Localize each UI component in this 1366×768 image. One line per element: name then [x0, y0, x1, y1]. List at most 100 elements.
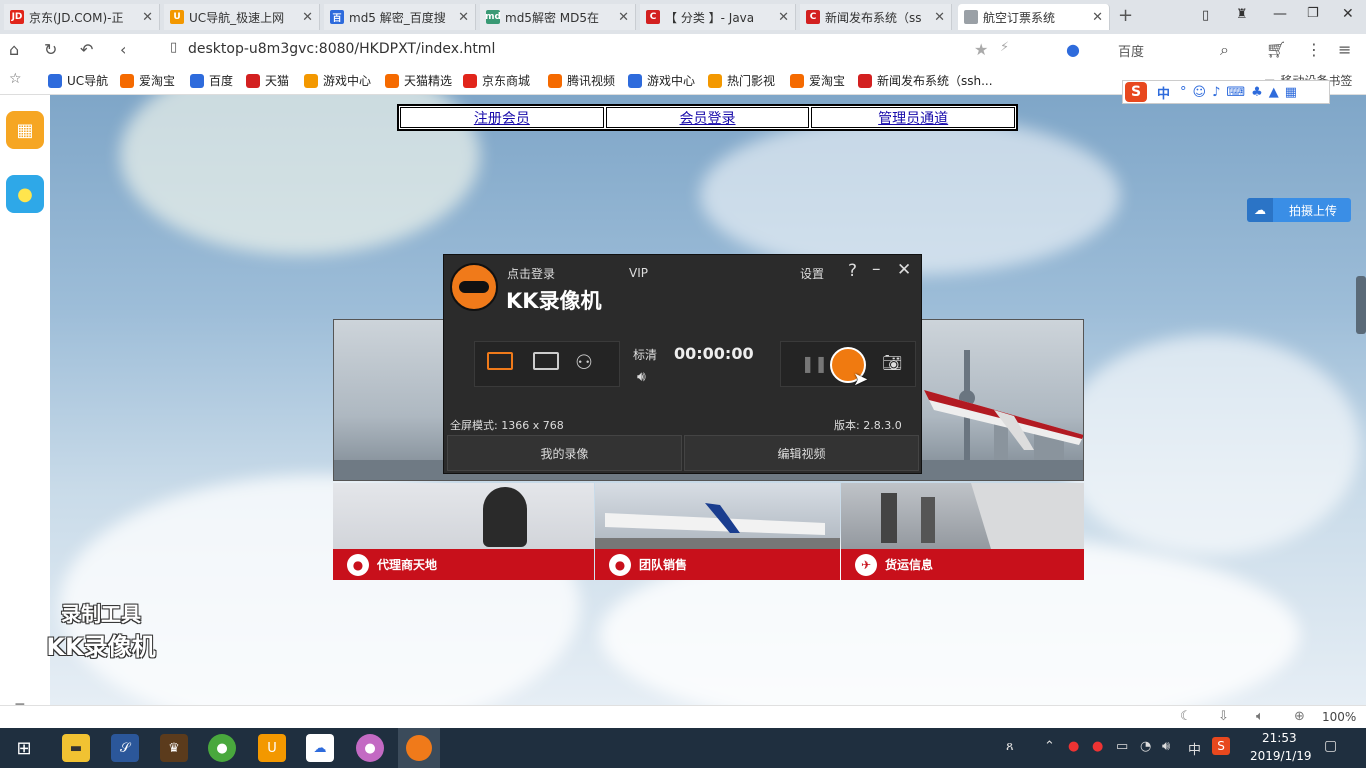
- refresh-icon[interactable]: ↻: [44, 40, 57, 59]
- tab-flight-booking[interactable]: 航空订票系统 ✕: [958, 4, 1110, 30]
- bookmark-item[interactable]: 热门影视: [708, 72, 775, 89]
- camera-icon[interactable]: 📷︎: [882, 353, 902, 372]
- bookmark-item[interactable]: 爱淘宝: [790, 72, 845, 89]
- window-close-button[interactable]: ✕: [1342, 6, 1354, 22]
- close-icon[interactable]: ✕: [778, 10, 789, 25]
- people-icon[interactable]: ጸ: [1006, 739, 1014, 754]
- sogou-tray-icon[interactable]: S: [1212, 737, 1230, 755]
- ime-tool-icons[interactable]: °☺♪⌨♣▲▦: [1180, 85, 1303, 100]
- notification-icon[interactable]: ▢: [1324, 738, 1337, 754]
- sidebar-toggle-icon[interactable]: ▯: [1202, 8, 1209, 23]
- side-handle[interactable]: [1356, 276, 1366, 334]
- pause-icon[interactable]: ❚❚: [801, 354, 828, 373]
- tab-uc[interactable]: U UC导航_极速上网 ✕: [164, 4, 320, 30]
- game-app-icon[interactable]: ♛: [160, 734, 188, 762]
- settings-button[interactable]: 设置: [800, 265, 824, 282]
- more-icon[interactable]: ⋮: [1306, 40, 1322, 59]
- zoom-level[interactable]: 100%: [1322, 710, 1356, 724]
- tray-app-icon[interactable]: ●: [1068, 739, 1079, 754]
- close-icon[interactable]: ✕: [1092, 10, 1103, 25]
- mute-icon[interactable]: 🔈︎: [1256, 709, 1264, 724]
- back-icon[interactable]: ‹: [120, 40, 126, 59]
- tab-jd[interactable]: JD 京东(JD.COM)-正 ✕: [4, 4, 160, 30]
- search-engine-label[interactable]: 百度: [1118, 41, 1144, 60]
- edit-video-button[interactable]: 编辑视频: [684, 435, 919, 471]
- bookmark-item[interactable]: 天猫: [246, 72, 289, 89]
- minimize-button[interactable]: —: [1273, 6, 1287, 22]
- cart-icon[interactable]: 🛒︎: [1266, 40, 1286, 59]
- uc-browser-icon[interactable]: U: [258, 734, 286, 762]
- my-videos-button[interactable]: 我的录像: [447, 435, 682, 471]
- close-icon[interactable]: ✕: [934, 10, 945, 25]
- file-explorer-icon[interactable]: ▬: [62, 734, 90, 762]
- game-mode-icon[interactable]: ⚇: [575, 350, 593, 374]
- vip-link[interactable]: VIP: [629, 266, 648, 280]
- bookmark-item[interactable]: UC导航: [48, 72, 108, 89]
- bookmark-item[interactable]: 爱淘宝: [120, 72, 175, 89]
- star-icon[interactable]: ★: [974, 40, 988, 59]
- bookmark-item[interactable]: 百度: [190, 72, 233, 89]
- clock-time[interactable]: 21:53: [1262, 731, 1297, 745]
- home-icon[interactable]: ⌂: [9, 40, 19, 59]
- login-link[interactable]: 会员登录: [605, 107, 810, 128]
- team-sales-banner[interactable]: ● 团队销售: [595, 483, 840, 580]
- tab-md5[interactable]: md md5解密 MD5在 ✕: [480, 4, 636, 30]
- login-link[interactable]: 点击登录: [507, 265, 555, 282]
- windows-start-icon[interactable]: ⊞: [10, 734, 38, 762]
- new-tab-button[interactable]: +: [1118, 5, 1133, 26]
- maximize-button[interactable]: ❐: [1307, 6, 1319, 21]
- wifi-icon[interactable]: ◔: [1140, 739, 1151, 754]
- bookmark-item[interactable]: 游戏中心: [628, 72, 695, 89]
- zoom-icon[interactable]: ⊕: [1294, 709, 1305, 724]
- input-language-indicator[interactable]: 中: [1188, 739, 1201, 758]
- close-icon[interactable]: ✕: [458, 10, 469, 25]
- close-icon[interactable]: ✕: [618, 10, 629, 25]
- help-icon[interactable]: ?: [848, 261, 857, 281]
- app-icon[interactable]: ●: [208, 734, 236, 762]
- fullscreen-mode-icon[interactable]: [487, 352, 513, 370]
- region-mode-icon[interactable]: [533, 352, 559, 370]
- minimize-icon[interactable]: –: [872, 259, 881, 279]
- tray-expand-icon[interactable]: ⌃: [1044, 739, 1055, 754]
- bookmark-item[interactable]: 腾讯视频: [548, 72, 615, 89]
- baidu-netdisk-icon[interactable]: ☁: [306, 734, 334, 762]
- tab-news[interactable]: C 新闻发布系统（ss ✕: [800, 4, 952, 30]
- lightning-icon[interactable]: ⚡: [1000, 40, 1009, 55]
- undo-icon[interactable]: ↶: [80, 40, 93, 59]
- url-field[interactable]: desktop-u8m3gvc:8080/HKDPXT/index.html: [188, 41, 495, 57]
- volume-icon[interactable]: 🔊︎: [637, 369, 646, 385]
- close-icon[interactable]: ✕: [142, 10, 153, 25]
- clock-date[interactable]: 2019/1/19: [1250, 749, 1312, 763]
- app-icon[interactable]: ●: [356, 734, 384, 762]
- cargo-banner[interactable]: ✈ 货运信息: [841, 483, 1084, 580]
- app-icon[interactable]: 𝒮: [111, 734, 139, 762]
- kk-recorder-taskbar-icon[interactable]: [398, 728, 440, 768]
- bookmark-item[interactable]: 京东商城: [463, 72, 530, 89]
- quality-selector[interactable]: 标清: [633, 346, 657, 363]
- bookmark-item[interactable]: 天猫精选: [385, 72, 452, 89]
- menu-icon[interactable]: ≡: [1338, 40, 1351, 59]
- skin-icon[interactable]: ♜: [1236, 7, 1248, 22]
- lightbulb-icon[interactable]: ●: [6, 175, 44, 213]
- close-icon[interactable]: ✕: [897, 260, 911, 280]
- admin-link[interactable]: 管理员通道: [811, 107, 1016, 128]
- tab-baidu[interactable]: 百 md5 解密_百度搜 ✕: [324, 4, 476, 30]
- volume-icon[interactable]: 🔊︎: [1162, 739, 1170, 754]
- tray-app-icon[interactable]: ●: [1092, 739, 1103, 754]
- upload-button[interactable]: ☁ 拍摄上传: [1247, 198, 1351, 222]
- bookmark-star-icon[interactable]: ☆: [9, 71, 22, 87]
- tab-java[interactable]: C 【 分类 】- Java ✕: [640, 4, 796, 30]
- close-icon[interactable]: ✕: [302, 10, 313, 25]
- ime-language-toggle[interactable]: 中: [1157, 83, 1170, 102]
- battery-icon[interactable]: ▭: [1116, 739, 1128, 754]
- bookmark-item[interactable]: 新闻发布系统（ssh...: [858, 72, 993, 89]
- register-link[interactable]: 注册会员: [400, 107, 604, 128]
- download-icon[interactable]: ⇩: [1218, 709, 1229, 724]
- search-icon[interactable]: ⌕: [1220, 40, 1229, 60]
- baidu-paw-icon[interactable]: ●: [1066, 40, 1080, 59]
- bookmark-item[interactable]: 游戏中心: [304, 72, 371, 89]
- store-icon[interactable]: ▦: [6, 111, 44, 149]
- sogou-icon[interactable]: S: [1125, 82, 1147, 102]
- night-mode-icon[interactable]: ☾: [1180, 709, 1192, 724]
- agent-banner[interactable]: ● 代理商天地: [333, 483, 594, 580]
